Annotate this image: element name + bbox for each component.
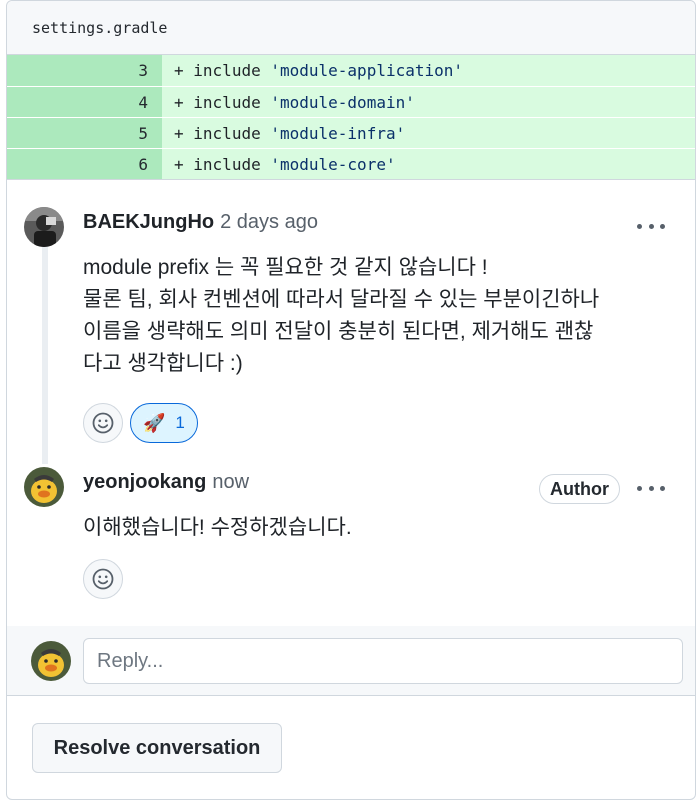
diff-line: 6 + include 'module-core' [7, 148, 695, 179]
smiley-icon [92, 568, 114, 590]
comment-options-icon[interactable] [637, 476, 665, 500]
code-line: + include 'module-domain' [162, 87, 695, 117]
code-keyword: include [193, 124, 261, 143]
avatar-image [24, 207, 64, 247]
comment-body: 이해했습니다! 수정하겠습니다. [83, 512, 673, 544]
code-string: 'module-domain' [270, 93, 415, 112]
diff-sign: + [174, 124, 184, 143]
code-keyword: include [193, 93, 261, 112]
avatar-image [24, 467, 64, 507]
timestamp[interactable]: 2 days ago [220, 211, 318, 234]
comment-header: yeonjookang now [83, 471, 249, 494]
old-line-number [7, 55, 85, 86]
current-user-avatar[interactable] [31, 641, 71, 681]
reaction-rocket-button[interactable]: 🚀 1 [130, 403, 198, 443]
old-line-number [7, 118, 85, 148]
diff-line: 4 + include 'module-domain' [7, 86, 695, 117]
comment-line: 이름을 생략해도 의미 전달이 충분히 된다면, 제거해도 괜찮 [83, 320, 594, 343]
code-keyword: include [193, 155, 261, 174]
comment-line: 다고 생각합니다 :) [83, 352, 243, 375]
smiley-icon [92, 412, 114, 434]
comment-line: module prefix 는 꼭 필요한 것 같지 않습니다 ! [83, 256, 488, 279]
code-line: + include 'module-core' [162, 149, 695, 179]
code-line: + include 'module-infra' [162, 118, 695, 148]
code-string: 'module-infra' [270, 124, 406, 143]
old-line-number [7, 87, 85, 117]
timestamp[interactable]: now [212, 471, 249, 494]
file-header: settings.gradle [7, 1, 695, 55]
new-line-number[interactable]: 5 [85, 118, 162, 148]
author-name[interactable]: BAEKJungHo [83, 211, 214, 234]
code-line: + include 'module-application' [162, 55, 695, 86]
comment-header: BAEKJungHo 2 days ago [83, 211, 318, 234]
comment-line: 물론 팀, 회사 컨벤션에 따라서 달라질 수 있는 부분이긴하나 [83, 288, 600, 311]
reply-bar: Reply... [7, 626, 695, 696]
new-line-number[interactable]: 6 [85, 149, 162, 179]
code-string: 'module-application' [270, 61, 464, 80]
diff-line: 5 + include 'module-infra' [7, 117, 695, 148]
reaction-count: 1 [175, 413, 185, 432]
comment-options-icon[interactable] [637, 214, 665, 238]
old-line-number [7, 149, 85, 179]
avatar[interactable] [24, 467, 64, 507]
add-reaction-button[interactable] [83, 559, 123, 599]
diff-sign: + [174, 93, 184, 112]
file-name[interactable]: settings.gradle [32, 19, 167, 37]
new-line-number[interactable]: 3 [85, 55, 162, 86]
add-reaction-button[interactable] [83, 403, 123, 443]
avatar-image [31, 641, 71, 681]
diff-line: 3 + include 'module-application' [7, 55, 695, 86]
code-string: 'module-core' [270, 155, 396, 174]
reply-input[interactable]: Reply... [83, 638, 683, 684]
author-name[interactable]: yeonjookang [83, 471, 206, 494]
code-keyword: include [193, 61, 261, 80]
new-line-number[interactable]: 4 [85, 87, 162, 117]
resolve-conversation-button[interactable]: Resolve conversation [32, 723, 282, 773]
diff-sign: + [174, 61, 184, 80]
author-badge: Author [539, 474, 620, 504]
reply-placeholder: Reply... [97, 649, 164, 672]
rocket-emoji-icon: 🚀 [143, 412, 166, 433]
comment-line: 이해했습니다! 수정하겠습니다. [83, 516, 352, 539]
comment-body: module prefix 는 꼭 필요한 것 같지 않습니다 ! 물론 팀, … [83, 252, 673, 380]
timeline-connector [42, 239, 48, 464]
review-thread: settings.gradle 3 + include 'module-appl… [6, 0, 696, 800]
avatar[interactable] [24, 207, 64, 247]
diff-hunk: 3 + include 'module-application' 4 + inc… [7, 55, 695, 180]
diff-sign: + [174, 155, 184, 174]
